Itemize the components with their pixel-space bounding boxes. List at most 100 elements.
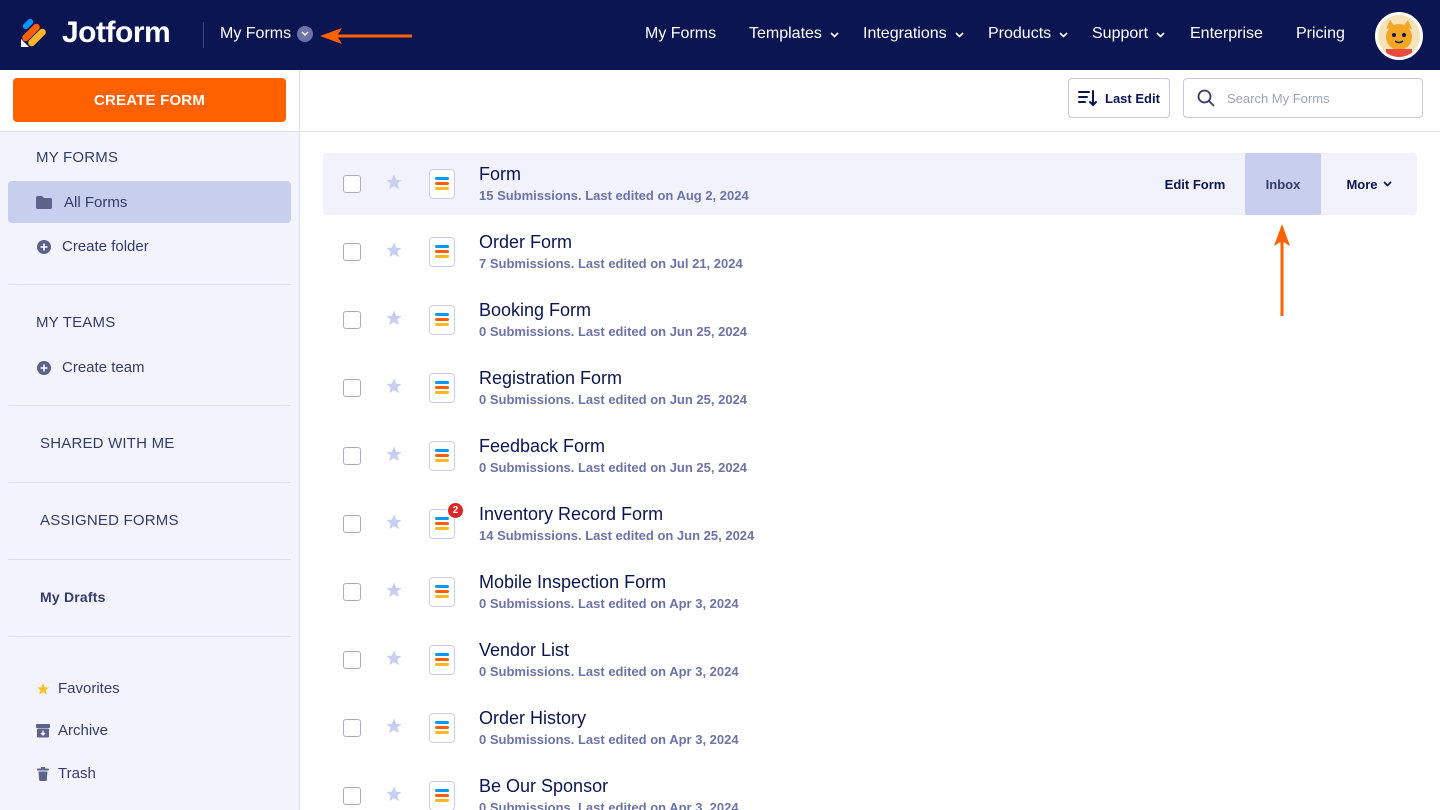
- nav-support[interactable]: Support: [1092, 25, 1165, 43]
- nav-label: Products: [988, 25, 1052, 42]
- form-title[interactable]: Order History: [479, 708, 586, 729]
- create-team-label: Create team: [62, 359, 145, 376]
- form-row[interactable]: Booking Form 0 Submissions. Last edited …: [323, 289, 1417, 351]
- trash-icon: [36, 766, 50, 782]
- folder-icon: [36, 195, 52, 211]
- form-row[interactable]: Order Form 7 Submissions. Last edited on…: [323, 221, 1417, 283]
- form-title[interactable]: Booking Form: [479, 300, 591, 321]
- form-title[interactable]: Feedback Form: [479, 436, 605, 457]
- nav-integrations[interactable]: Integrations: [863, 25, 964, 43]
- star-icon[interactable]: [385, 377, 403, 395]
- form-document-icon: [429, 305, 455, 335]
- form-title[interactable]: Be Our Sponsor: [479, 776, 608, 797]
- form-title[interactable]: Mobile Inspection Form: [479, 572, 666, 593]
- favorites-label: Favorites: [58, 680, 120, 697]
- row-checkbox[interactable]: [343, 515, 361, 533]
- edit-form-button[interactable]: Edit Form: [1145, 153, 1245, 215]
- row-checkbox[interactable]: [343, 243, 361, 261]
- trash-label: Trash: [58, 765, 96, 782]
- create-form-area: CREATE FORM: [0, 70, 299, 132]
- nav-pricing[interactable]: Pricing: [1296, 25, 1345, 43]
- star-icon[interactable]: [385, 173, 403, 191]
- create-team-button[interactable]: Create team: [36, 359, 145, 376]
- search-input[interactable]: [1227, 90, 1407, 106]
- row-checkbox[interactable]: [343, 379, 361, 397]
- form-row[interactable]: Form 15 Submissions. Last edited on Aug …: [323, 153, 1417, 215]
- notification-badge: 2: [447, 502, 464, 519]
- form-row[interactable]: Be Our Sponsor 0 Submissions. Last edite…: [323, 765, 1417, 810]
- nav-label: Pricing: [1296, 25, 1345, 42]
- nav-templates[interactable]: Templates: [749, 25, 839, 43]
- form-title[interactable]: Registration Form: [479, 368, 622, 389]
- row-checkbox[interactable]: [343, 447, 361, 465]
- my-forms-heading: MY FORMS: [36, 149, 119, 166]
- form-document-icon: [429, 577, 455, 607]
- form-row[interactable]: 2 Inventory Record Form 14 Submissions. …: [323, 493, 1417, 555]
- more-button[interactable]: More: [1321, 153, 1417, 215]
- nav-label: Integrations: [863, 25, 947, 42]
- nav-enterprise[interactable]: Enterprise: [1190, 25, 1263, 43]
- form-title[interactable]: Inventory Record Form: [479, 504, 663, 525]
- form-row[interactable]: Feedback Form 0 Submissions. Last edited…: [323, 425, 1417, 487]
- form-title[interactable]: Form: [479, 164, 521, 185]
- inbox-button[interactable]: Inbox: [1245, 153, 1321, 215]
- row-checkbox[interactable]: [343, 311, 361, 329]
- chevron-down-icon: [1382, 181, 1392, 187]
- form-row[interactable]: Mobile Inspection Form 0 Submissions. La…: [323, 561, 1417, 623]
- archive-label: Archive: [58, 722, 109, 739]
- form-row[interactable]: Registration Form 0 Submissions. Last ed…: [323, 357, 1417, 419]
- sidebar-item-trash[interactable]: Trash: [36, 765, 96, 782]
- jotform-logo[interactable]: Jotform: [18, 16, 171, 50]
- form-subtitle: 0 Submissions. Last edited on Apr 3, 202…: [479, 732, 739, 747]
- form-row[interactable]: Order History 0 Submissions. Last edited…: [323, 697, 1417, 759]
- chevron-down-icon: [1059, 25, 1068, 43]
- all-forms-label-group[interactable]: All Forms: [36, 194, 127, 211]
- form-subtitle: 0 Submissions. Last edited on Jun 25, 20…: [479, 392, 748, 407]
- plus-circle-icon: [36, 239, 52, 255]
- sidebar-item-assigned-forms[interactable]: ASSIGNED FORMS: [40, 512, 179, 529]
- nav-label: Enterprise: [1190, 25, 1263, 42]
- form-title[interactable]: Order Form: [479, 232, 572, 253]
- sidebar: CREATE FORM MY FORMS All Forms Create fo…: [0, 70, 300, 810]
- more-label: More: [1346, 176, 1378, 192]
- star-icon[interactable]: [385, 241, 403, 259]
- row-checkbox[interactable]: [343, 175, 361, 193]
- sort-button[interactable]: Last Edit: [1068, 78, 1170, 118]
- form-document-icon: [429, 237, 455, 267]
- star-icon[interactable]: [385, 581, 403, 599]
- header-divider: [203, 22, 204, 48]
- chevron-down-icon: [955, 25, 964, 43]
- form-title[interactable]: Vendor List: [479, 640, 569, 661]
- user-avatar[interactable]: [1375, 12, 1423, 60]
- all-forms-label: All Forms: [64, 194, 128, 211]
- sidebar-item-favorites[interactable]: Favorites: [36, 680, 120, 697]
- row-checkbox[interactable]: [343, 651, 361, 669]
- sidebar-item-my-drafts[interactable]: My Drafts: [40, 589, 106, 605]
- context-menu-label: My Forms: [220, 25, 292, 42]
- row-checkbox[interactable]: [343, 583, 361, 601]
- row-checkbox[interactable]: [343, 719, 361, 737]
- create-form-button[interactable]: CREATE FORM: [13, 78, 286, 122]
- my-forms-context-menu[interactable]: My Forms: [220, 25, 314, 43]
- nav-products[interactable]: Products: [988, 25, 1068, 43]
- sidebar-item-archive[interactable]: Archive: [36, 722, 108, 739]
- annotation-arrow-up-icon: [1274, 224, 1290, 316]
- jotform-logo-icon: [18, 17, 50, 49]
- nav-my-forms[interactable]: My Forms: [645, 25, 716, 43]
- my-teams-heading: MY TEAMS: [36, 314, 116, 331]
- search-box[interactable]: [1183, 78, 1423, 118]
- archive-icon: [36, 723, 50, 739]
- form-document-icon: [429, 169, 455, 199]
- nav-label: Templates: [749, 25, 822, 42]
- sidebar-item-shared-with-me[interactable]: SHARED WITH ME: [40, 435, 174, 452]
- star-icon[interactable]: [385, 309, 403, 327]
- star-icon[interactable]: [385, 785, 403, 803]
- sidebar-divider: [8, 482, 291, 483]
- star-icon[interactable]: [385, 649, 403, 667]
- star-icon[interactable]: [385, 445, 403, 463]
- create-folder-button[interactable]: Create folder: [36, 238, 149, 255]
- row-checkbox[interactable]: [343, 787, 361, 805]
- form-row[interactable]: Vendor List 0 Submissions. Last edited o…: [323, 629, 1417, 691]
- star-icon[interactable]: [385, 717, 403, 735]
- star-icon[interactable]: [385, 513, 403, 531]
